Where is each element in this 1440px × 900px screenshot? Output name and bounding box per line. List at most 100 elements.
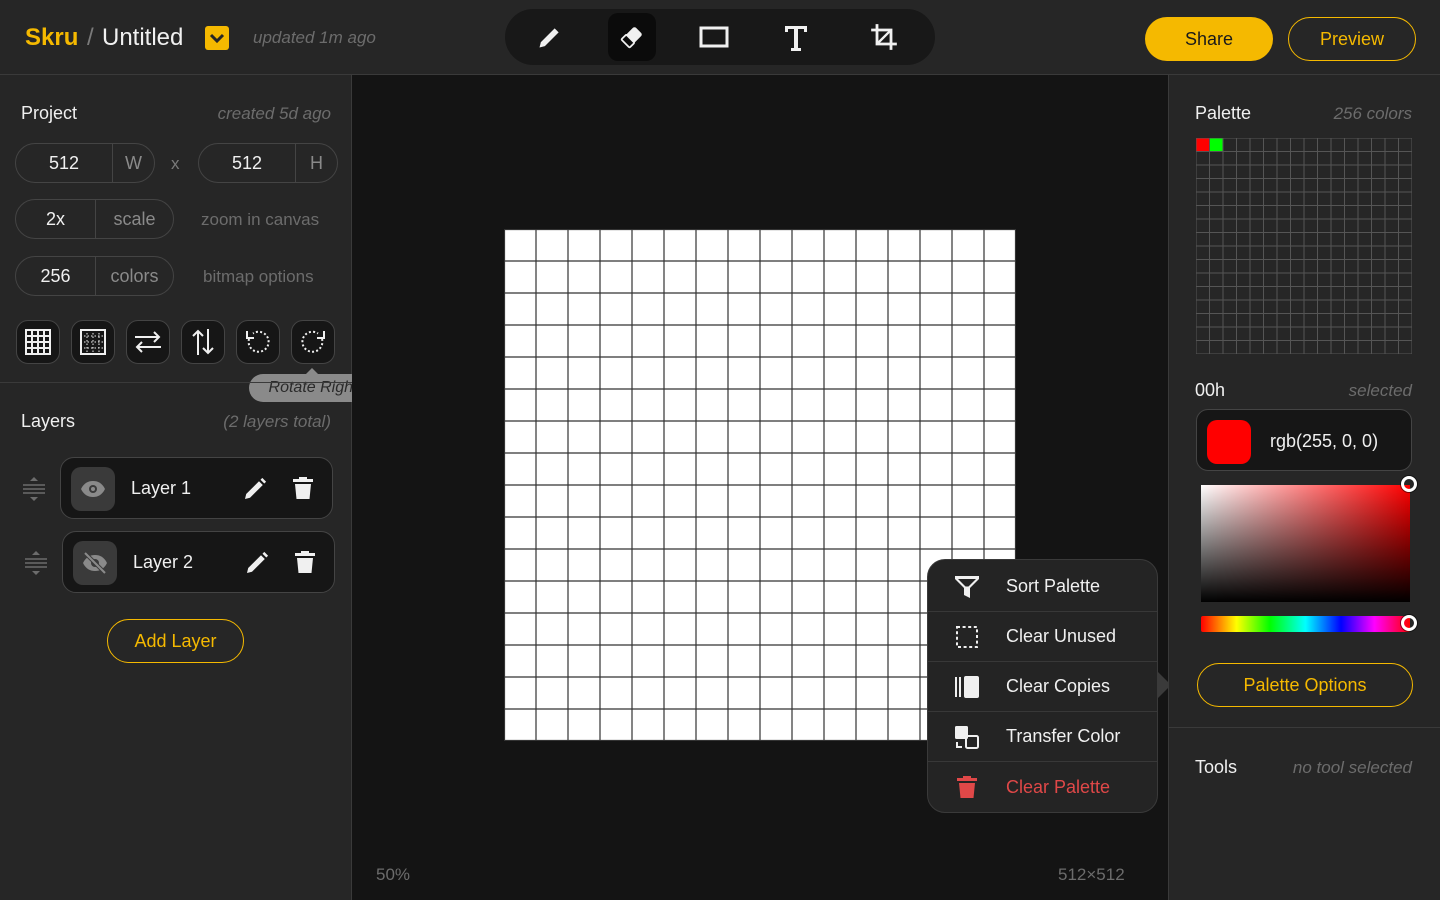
- palette-cell[interactable]: [1330, 191, 1345, 206]
- palette-cell[interactable]: [1384, 164, 1399, 179]
- palette-cell[interactable]: [1344, 299, 1359, 314]
- layer-row-2[interactable]: Layer 2: [62, 531, 335, 593]
- colors-field[interactable]: 256 colors: [15, 256, 174, 296]
- layer-1-visibility-toggle[interactable]: [71, 467, 115, 511]
- palette-cell[interactable]: [1276, 178, 1291, 193]
- palette-cell[interactable]: [1196, 232, 1210, 247]
- palette-cell[interactable]: [1290, 151, 1305, 166]
- palette-cell[interactable]: [1330, 205, 1345, 220]
- palette-cell[interactable]: [1263, 191, 1278, 206]
- palette-cell[interactable]: [1303, 272, 1318, 287]
- palette-cell[interactable]: [1384, 272, 1399, 287]
- palette-cell[interactable]: [1209, 313, 1224, 328]
- scale-input[interactable]: 2x: [16, 200, 96, 238]
- palette-cell[interactable]: [1317, 340, 1332, 355]
- palette-cell[interactable]: [1357, 259, 1372, 274]
- palette-cell[interactable]: [1330, 299, 1345, 314]
- palette-cell[interactable]: [1222, 259, 1237, 274]
- palette-cell[interactable]: [1303, 259, 1318, 274]
- palette-cell[interactable]: [1357, 205, 1372, 220]
- palette-cell[interactable]: [1371, 299, 1386, 314]
- palette-cell[interactable]: [1317, 286, 1332, 301]
- palette-cell[interactable]: [1236, 286, 1251, 301]
- palette-cell[interactable]: [1236, 205, 1251, 220]
- palette-cell[interactable]: [1330, 151, 1345, 166]
- palette-cell[interactable]: [1236, 151, 1251, 166]
- palette-cell[interactable]: [1276, 259, 1291, 274]
- palette-cell[interactable]: [1384, 218, 1399, 233]
- pencil-tool-button[interactable]: [526, 13, 574, 61]
- saturation-knob[interactable]: [1401, 476, 1417, 492]
- palette-cell[interactable]: [1196, 138, 1210, 152]
- palette-cell[interactable]: [1344, 286, 1359, 301]
- palette-cell[interactable]: [1196, 286, 1210, 301]
- palette-cell[interactable]: [1263, 151, 1278, 166]
- palette-cell[interactable]: [1249, 178, 1264, 193]
- palette-cell[interactable]: [1196, 326, 1210, 341]
- palette-cell[interactable]: [1384, 299, 1399, 314]
- palette-cell[interactable]: [1276, 313, 1291, 328]
- palette-cell[interactable]: [1222, 245, 1237, 260]
- palette-cell[interactable]: [1236, 245, 1251, 260]
- palette-cell[interactable]: [1263, 164, 1278, 179]
- width-field[interactable]: 512 W: [15, 143, 155, 183]
- palette-cell[interactable]: [1249, 299, 1264, 314]
- palette-cell[interactable]: [1398, 138, 1413, 152]
- palette-cell[interactable]: [1371, 313, 1386, 328]
- palette-cell[interactable]: [1196, 340, 1210, 355]
- palette-cell[interactable]: [1263, 232, 1278, 247]
- palette-cell[interactable]: [1222, 272, 1237, 287]
- palette-cell[interactable]: [1371, 245, 1386, 260]
- palette-cell[interactable]: [1317, 218, 1332, 233]
- palette-cell[interactable]: [1290, 164, 1305, 179]
- palette-cell[interactable]: [1290, 205, 1305, 220]
- palette-cell[interactable]: [1344, 151, 1359, 166]
- palette-cell[interactable]: [1236, 299, 1251, 314]
- palette-cell[interactable]: [1196, 259, 1210, 274]
- palette-cell[interactable]: [1249, 286, 1264, 301]
- palette-cell[interactable]: [1317, 245, 1332, 260]
- layer-1-delete-button[interactable]: [292, 476, 314, 505]
- palette-cell[interactable]: [1209, 299, 1224, 314]
- palette-cell[interactable]: [1398, 272, 1413, 287]
- palette-cell[interactable]: [1303, 178, 1318, 193]
- palette-cell[interactable]: [1357, 191, 1372, 206]
- palette-cell[interactable]: [1263, 326, 1278, 341]
- palette-cell[interactable]: [1357, 245, 1372, 260]
- palette-cell[interactable]: [1371, 138, 1386, 152]
- palette-cell[interactable]: [1303, 299, 1318, 314]
- palette-cell[interactable]: [1249, 205, 1264, 220]
- palette-cell[interactable]: [1236, 340, 1251, 355]
- palette-cell[interactable]: [1357, 286, 1372, 301]
- document-title[interactable]: Untitled: [102, 24, 183, 52]
- palette-cell[interactable]: [1209, 272, 1224, 287]
- palette-cell[interactable]: [1344, 340, 1359, 355]
- palette-cell[interactable]: [1330, 164, 1345, 179]
- palette-cell[interactable]: [1344, 326, 1359, 341]
- palette-cell[interactable]: [1303, 164, 1318, 179]
- crop-tool-button[interactable]: [860, 13, 908, 61]
- palette-cell[interactable]: [1249, 218, 1264, 233]
- colors-input[interactable]: 256: [16, 257, 96, 295]
- palette-cell[interactable]: [1222, 205, 1237, 220]
- palette-cell[interactable]: [1303, 286, 1318, 301]
- palette-cell[interactable]: [1303, 151, 1318, 166]
- palette-cell[interactable]: [1209, 245, 1224, 260]
- palette-cell[interactable]: [1371, 164, 1386, 179]
- palette-cell[interactable]: [1357, 232, 1372, 247]
- palette-cell[interactable]: [1263, 286, 1278, 301]
- palette-cell[interactable]: [1290, 138, 1305, 152]
- palette-cell[interactable]: [1263, 138, 1278, 152]
- palette-cell[interactable]: [1236, 191, 1251, 206]
- palette-cell[interactable]: [1276, 218, 1291, 233]
- palette-cell[interactable]: [1344, 138, 1359, 152]
- title-dropdown-button[interactable]: [205, 26, 229, 50]
- palette-cell[interactable]: [1276, 340, 1291, 355]
- palette-cell[interactable]: [1290, 299, 1305, 314]
- palette-cell[interactable]: [1196, 272, 1210, 287]
- palette-cell[interactable]: [1276, 138, 1291, 152]
- palette-cell[interactable]: [1344, 191, 1359, 206]
- menu-item-clear-copies[interactable]: Clear Copies: [928, 662, 1157, 712]
- palette-cell[interactable]: [1222, 232, 1237, 247]
- palette-cell[interactable]: [1196, 151, 1210, 166]
